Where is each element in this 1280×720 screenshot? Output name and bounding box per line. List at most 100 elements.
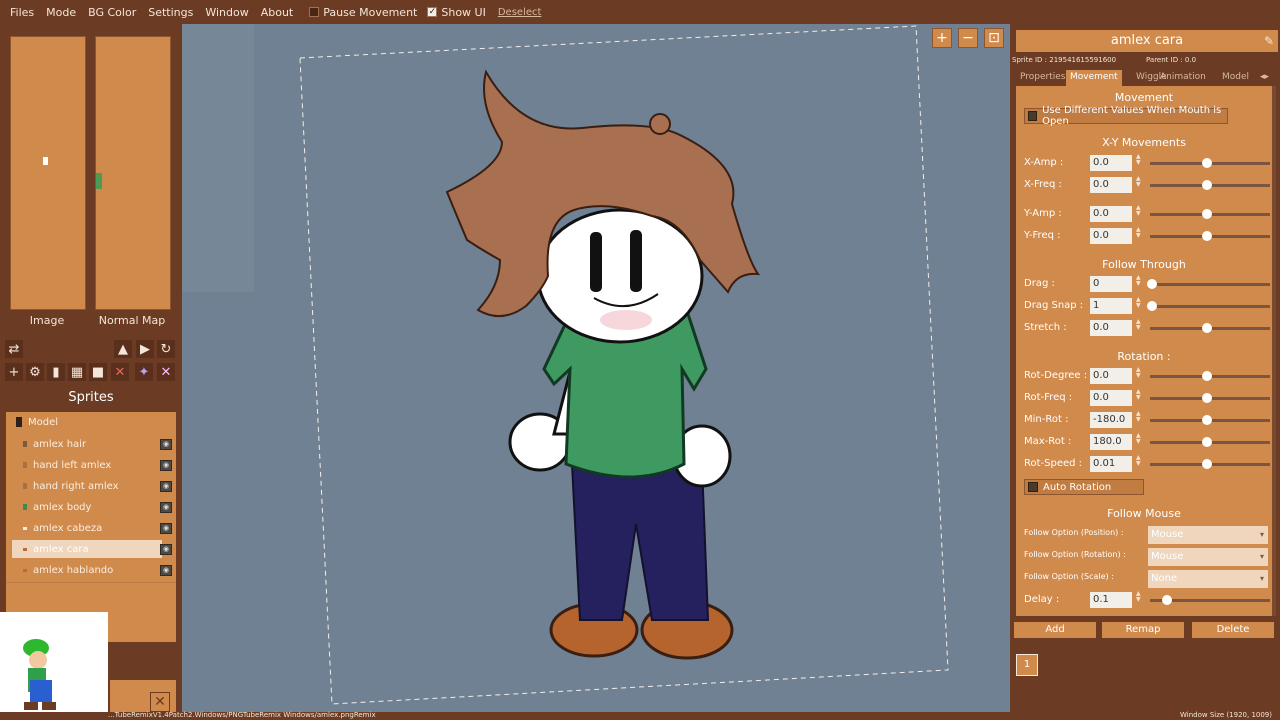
- sprite-row[interactable]: hand right amlex ◉: [6, 476, 176, 496]
- model-row[interactable]: Model: [6, 412, 176, 432]
- max-rot-spinner-icon[interactable]: ▲ ▼: [1136, 433, 1141, 445]
- rot-speed-spinner-icon[interactable]: ▲ ▼: [1136, 455, 1141, 467]
- slider-knob[interactable]: [1202, 371, 1212, 381]
- remap-button[interactable]: Remap: [1102, 622, 1184, 638]
- y-amp-input[interactable]: 0.0: [1090, 206, 1132, 222]
- rot-degree-input[interactable]: 0.0: [1090, 368, 1132, 384]
- min-rot-spinner-icon[interactable]: ▲ ▼: [1136, 411, 1141, 423]
- sprite-row[interactable]: amlex body ◉: [6, 497, 176, 517]
- sprite-row-selected[interactable]: amlex cara ◉: [6, 539, 176, 559]
- slider-knob[interactable]: [1147, 279, 1157, 289]
- flip-right-icon[interactable]: ▶: [136, 340, 154, 358]
- tab-animation[interactable]: Animation: [1156, 70, 1210, 86]
- flip-up-icon[interactable]: ▲: [114, 340, 132, 358]
- y-amp-slider[interactable]: [1150, 209, 1270, 219]
- y-freq-spinner-icon[interactable]: ▲ ▼: [1136, 227, 1141, 239]
- duplicate-icon[interactable]: ▮: [47, 363, 65, 381]
- stretch-spinner-icon[interactable]: ▲ ▼: [1136, 319, 1141, 331]
- rot-speed-slider[interactable]: [1150, 459, 1270, 469]
- properties-scrollbar[interactable]: [1272, 86, 1276, 616]
- y-freq-input[interactable]: 0.0: [1090, 228, 1132, 244]
- slider-knob[interactable]: [1202, 180, 1212, 190]
- grid-icon[interactable]: ▦: [68, 363, 86, 381]
- y-freq-slider[interactable]: [1150, 231, 1270, 241]
- visibility-icon[interactable]: ◉: [160, 501, 172, 513]
- tab-properties[interactable]: Properties: [1016, 70, 1069, 86]
- menu-files[interactable]: Files: [4, 6, 40, 19]
- min-rot-input[interactable]: -180.0: [1090, 412, 1132, 428]
- rot-freq-slider[interactable]: [1150, 393, 1270, 403]
- drag-snap-slider[interactable]: [1147, 301, 1270, 311]
- tab-scroll-icon[interactable]: ◂▸: [1260, 72, 1269, 82]
- visibility-icon[interactable]: ◉: [160, 543, 172, 555]
- pause-movement-checkbox[interactable]: [309, 7, 320, 17]
- reset-view-button[interactable]: ⊡: [984, 28, 1004, 48]
- visibility-icon[interactable]: ◉: [160, 564, 172, 576]
- slider-knob[interactable]: [1202, 158, 1212, 168]
- delay-slider[interactable]: [1150, 595, 1270, 605]
- slider-knob[interactable]: [1202, 231, 1212, 241]
- canvas-area[interactable]: + − ⊡: [182, 24, 1010, 712]
- visibility-icon[interactable]: ◉: [160, 480, 172, 492]
- auto-rotation-checkbox[interactable]: [1028, 482, 1038, 492]
- menu-bg-color[interactable]: BG Color: [82, 6, 142, 19]
- add-button[interactable]: Add: [1014, 622, 1096, 638]
- pause-movement-toggle[interactable]: Pause Movement: [309, 6, 417, 19]
- menu-settings[interactable]: Settings: [142, 6, 199, 19]
- min-rot-slider[interactable]: [1150, 415, 1270, 425]
- menu-mode[interactable]: Mode: [40, 6, 82, 19]
- add-sprite-icon[interactable]: +: [5, 363, 23, 381]
- stretch-input[interactable]: 0.0: [1090, 320, 1132, 336]
- clear-icon[interactable]: ✕: [157, 363, 175, 381]
- page-number-button[interactable]: 1: [1016, 654, 1038, 676]
- delay-spinner-icon[interactable]: ▲ ▼: [1136, 591, 1141, 603]
- slider-knob[interactable]: [1202, 323, 1212, 333]
- slider-knob[interactable]: [1202, 209, 1212, 219]
- rot-degree-slider[interactable]: [1150, 371, 1270, 381]
- y-amp-spinner-icon[interactable]: ▲ ▼: [1136, 205, 1141, 217]
- max-rot-slider[interactable]: [1150, 437, 1270, 447]
- edit-pencil-icon[interactable]: ✎: [1264, 34, 1274, 48]
- tab-movement[interactable]: Movement: [1066, 70, 1122, 86]
- zoom-in-button[interactable]: +: [932, 28, 952, 48]
- rot-freq-spinner-icon[interactable]: ▲ ▼: [1136, 389, 1141, 401]
- mouth-open-checkbox[interactable]: [1028, 111, 1038, 121]
- zoom-out-button[interactable]: −: [958, 28, 978, 48]
- show-ui-checkbox[interactable]: ✓: [427, 7, 438, 17]
- x-freq-slider[interactable]: [1150, 180, 1270, 190]
- x-amp-spinner-icon[interactable]: ▲ ▼: [1136, 154, 1141, 166]
- menu-window[interactable]: Window: [199, 6, 254, 19]
- sprite-tool-icon[interactable]: ⚙: [26, 363, 44, 381]
- follow-rot-select[interactable]: Mouse ▾: [1148, 548, 1268, 566]
- sprite-row[interactable]: amlex hair ◉: [6, 434, 176, 454]
- x-freq-input[interactable]: 0.0: [1090, 177, 1132, 193]
- deselect-button[interactable]: Deselect: [498, 7, 542, 18]
- rot-freq-input[interactable]: 0.0: [1090, 390, 1132, 406]
- link-icon[interactable]: ⇄: [5, 340, 23, 358]
- close-icon[interactable]: ✕: [150, 692, 170, 712]
- layer-icon[interactable]: ✦: [135, 363, 153, 381]
- sprite-row[interactable]: amlex hablando ◉: [6, 560, 176, 580]
- delay-input[interactable]: 0.1: [1090, 592, 1132, 608]
- slider-knob[interactable]: [1202, 437, 1212, 447]
- rotate-icon[interactable]: ↻: [157, 340, 175, 358]
- remove-icon[interactable]: ✕: [111, 363, 129, 381]
- mouth-open-toggle[interactable]: Use Different Values When Mouth is Open: [1024, 105, 1228, 127]
- folder-icon[interactable]: ■: [89, 363, 107, 381]
- x-amp-input[interactable]: 0.0: [1090, 155, 1132, 171]
- x-amp-slider[interactable]: [1150, 158, 1270, 168]
- slider-knob[interactable]: [1202, 393, 1212, 403]
- drag-input[interactable]: 0: [1090, 276, 1132, 292]
- auto-rotation-toggle[interactable]: Auto Rotation: [1024, 479, 1144, 495]
- rot-degree-spinner-icon[interactable]: ▲ ▼: [1136, 367, 1141, 379]
- slider-knob[interactable]: [1162, 595, 1172, 605]
- max-rot-input[interactable]: 180.0: [1090, 434, 1132, 450]
- delete-button[interactable]: Delete: [1192, 622, 1274, 638]
- tab-model[interactable]: Model: [1218, 70, 1253, 86]
- visibility-icon[interactable]: ◉: [160, 459, 172, 471]
- visibility-icon[interactable]: ◉: [160, 438, 172, 450]
- drag-slider[interactable]: [1147, 279, 1270, 289]
- rot-speed-input[interactable]: 0.01: [1090, 456, 1132, 472]
- drag-spinner-icon[interactable]: ▲ ▼: [1136, 275, 1141, 287]
- visibility-icon[interactable]: ◉: [160, 522, 172, 534]
